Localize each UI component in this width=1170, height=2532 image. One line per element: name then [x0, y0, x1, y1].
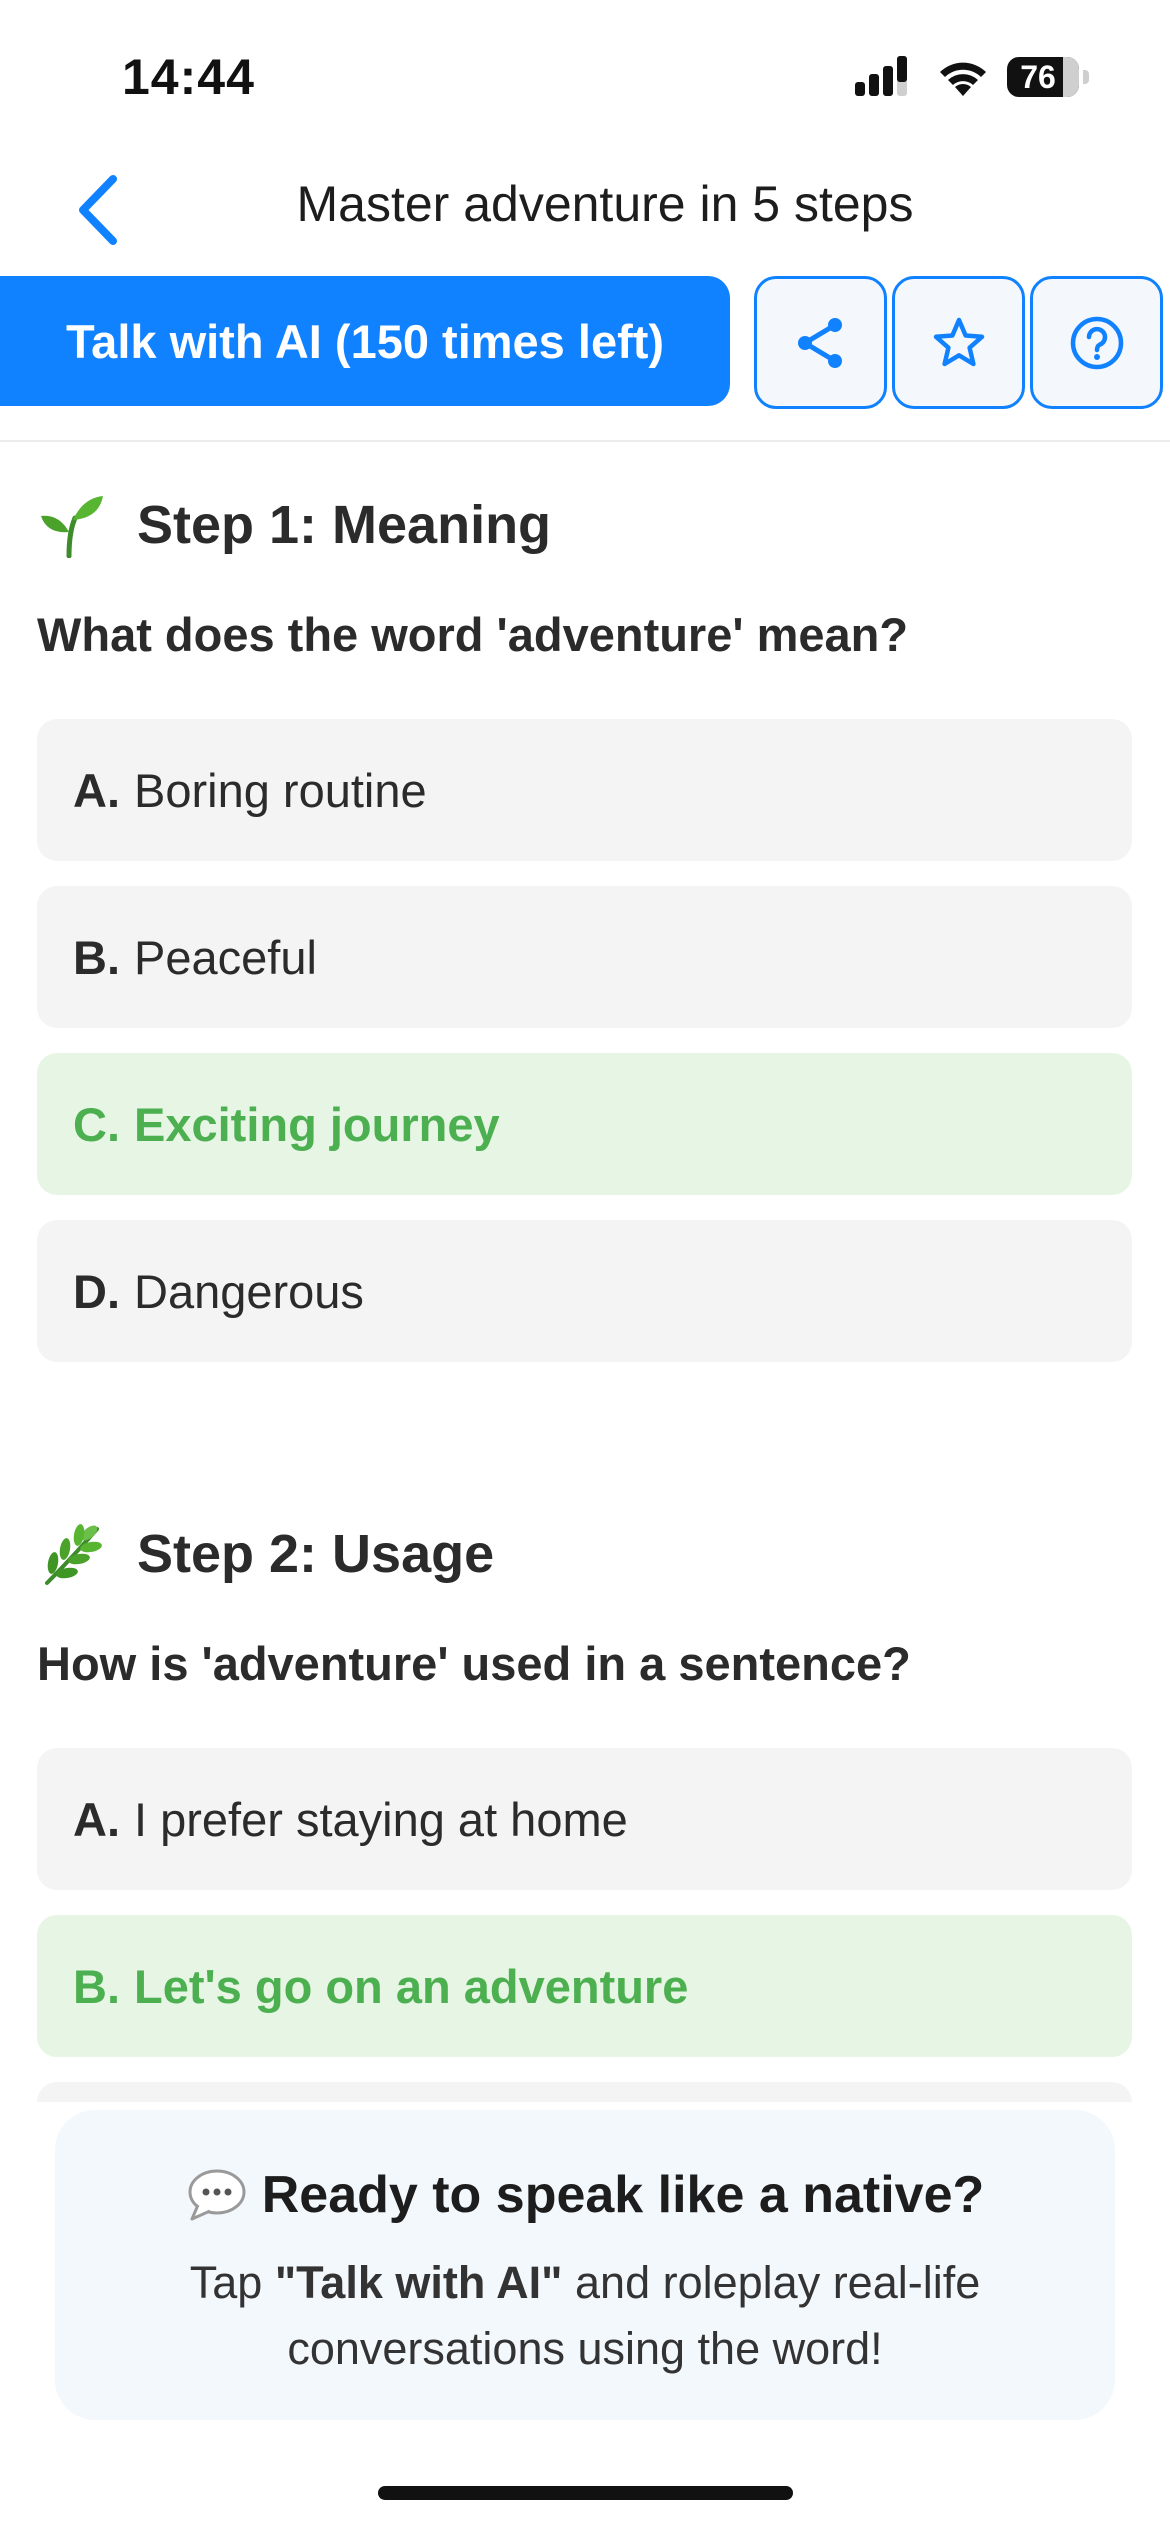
status-time: 14:44: [122, 49, 255, 105]
answer-option-b[interactable]: B. Peaceful: [37, 886, 1132, 1028]
step-question: What does the word 'adventure' mean?: [37, 608, 909, 661]
page-title: Master adventure in 5 steps: [296, 176, 914, 232]
option-letter: B.: [73, 930, 120, 984]
cellular-signal-icon: [855, 56, 907, 96]
status-bar: 14:44 76: [0, 0, 1170, 150]
talk-with-ai-promo-card: Ready to speak like a native? Tap "Talk …: [55, 2110, 1115, 2420]
wifi-icon: [940, 62, 986, 96]
speech-bubble-icon: [186, 2167, 248, 2223]
option-letter: B.: [73, 1959, 120, 2013]
nav-bar: Master adventure in 5 steps: [0, 150, 1170, 265]
herb-icon: [37, 1519, 107, 1589]
option-text: Let's go on an adventure: [134, 1959, 689, 2013]
promo-title-row: Ready to speak like a native?: [55, 2165, 1115, 2225]
option-letter: A.: [73, 1792, 120, 1846]
option-text: Boring routine: [134, 763, 427, 817]
step-2-header: Step 2: Usage: [37, 1519, 494, 1589]
seedling-icon: [37, 490, 107, 560]
share-icon: [797, 317, 842, 368]
answer-option-c[interactable]: [37, 2082, 1132, 2102]
help-button[interactable]: [1030, 276, 1163, 409]
answer-option-c-correct[interactable]: C. Exciting journey: [37, 1053, 1132, 1195]
option-letter: C.: [73, 1097, 120, 1151]
promo-body-prefix: Tap: [189, 2257, 275, 2308]
step-question: How is 'adventure' used in a sentence?: [37, 1637, 911, 1690]
option-text: Exciting journey: [134, 1097, 500, 1151]
option-text: Peaceful: [134, 930, 317, 984]
star-icon: [933, 317, 984, 366]
option-text: I prefer staying at home: [134, 1792, 628, 1846]
step-title: Step 1: Meaning: [137, 495, 552, 555]
answer-option-b-correct[interactable]: B. Let's go on an adventure: [37, 1915, 1132, 2057]
promo-body-highlight: "Talk with AI": [274, 2257, 563, 2308]
answer-option-a[interactable]: A. I prefer staying at home: [37, 1748, 1132, 1890]
battery-indicator: 76: [1007, 57, 1089, 97]
answer-option-d[interactable]: D. Dangerous: [37, 1220, 1132, 1362]
option-letter: A.: [73, 763, 120, 817]
step-1-header: Step 1: Meaning: [37, 490, 551, 560]
battery-level: 76: [1020, 59, 1056, 95]
option-text: Dangerous: [134, 1264, 364, 1318]
option-letter: D.: [73, 1264, 120, 1318]
share-button[interactable]: [754, 276, 887, 409]
action-toolbar: Talk with AI (150 times left): [0, 276, 1170, 416]
step-title: Step 2: Usage: [137, 1524, 495, 1584]
steps-content[interactable]: Step 1: Meaning What does the word 'adve…: [0, 442, 1170, 2102]
answer-option-a[interactable]: A. Boring routine: [37, 719, 1132, 861]
promo-title: Ready to speak like a native?: [261, 2166, 985, 2224]
talk-with-ai-button[interactable]: Talk with AI (150 times left): [0, 276, 730, 406]
help-icon: [1070, 316, 1123, 369]
favorite-button[interactable]: [892, 276, 1025, 409]
home-indicator[interactable]: [378, 2486, 793, 2500]
promo-body: Tap "Talk with AI" and roleplay real-lif…: [115, 2250, 1055, 2382]
